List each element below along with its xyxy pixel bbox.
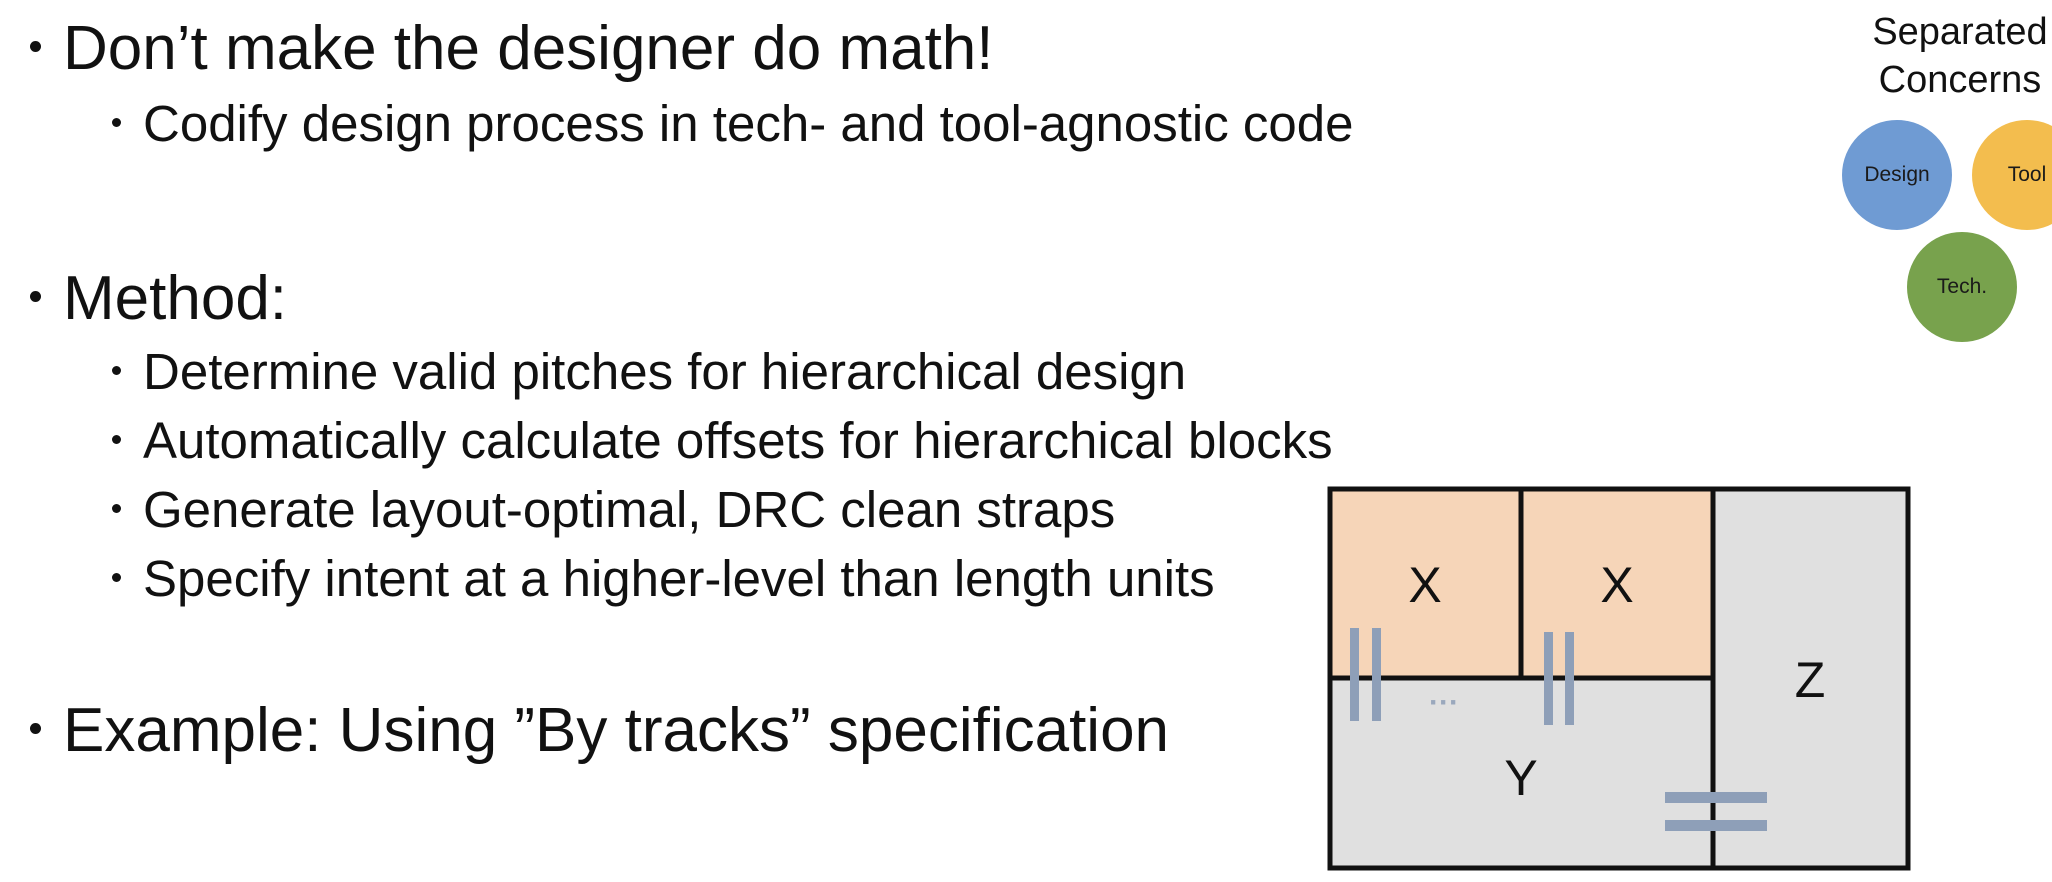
strap-vertical bbox=[1350, 628, 1359, 721]
strap-vertical bbox=[1565, 632, 1574, 725]
ellipsis: ··· bbox=[1429, 686, 1459, 719]
hierarchy-diagram: X X Y Z ··· bbox=[1327, 486, 1911, 871]
block-z-label: Z bbox=[1795, 652, 1826, 708]
strap-vertical bbox=[1544, 632, 1553, 725]
block-y-label: Y bbox=[1504, 750, 1537, 806]
strap-vertical bbox=[1372, 628, 1381, 721]
strap-horizontal bbox=[1665, 792, 1767, 803]
block-x1-label: X bbox=[1408, 557, 1441, 613]
strap-horizontal bbox=[1665, 820, 1767, 831]
block-x2-label: X bbox=[1600, 557, 1633, 613]
